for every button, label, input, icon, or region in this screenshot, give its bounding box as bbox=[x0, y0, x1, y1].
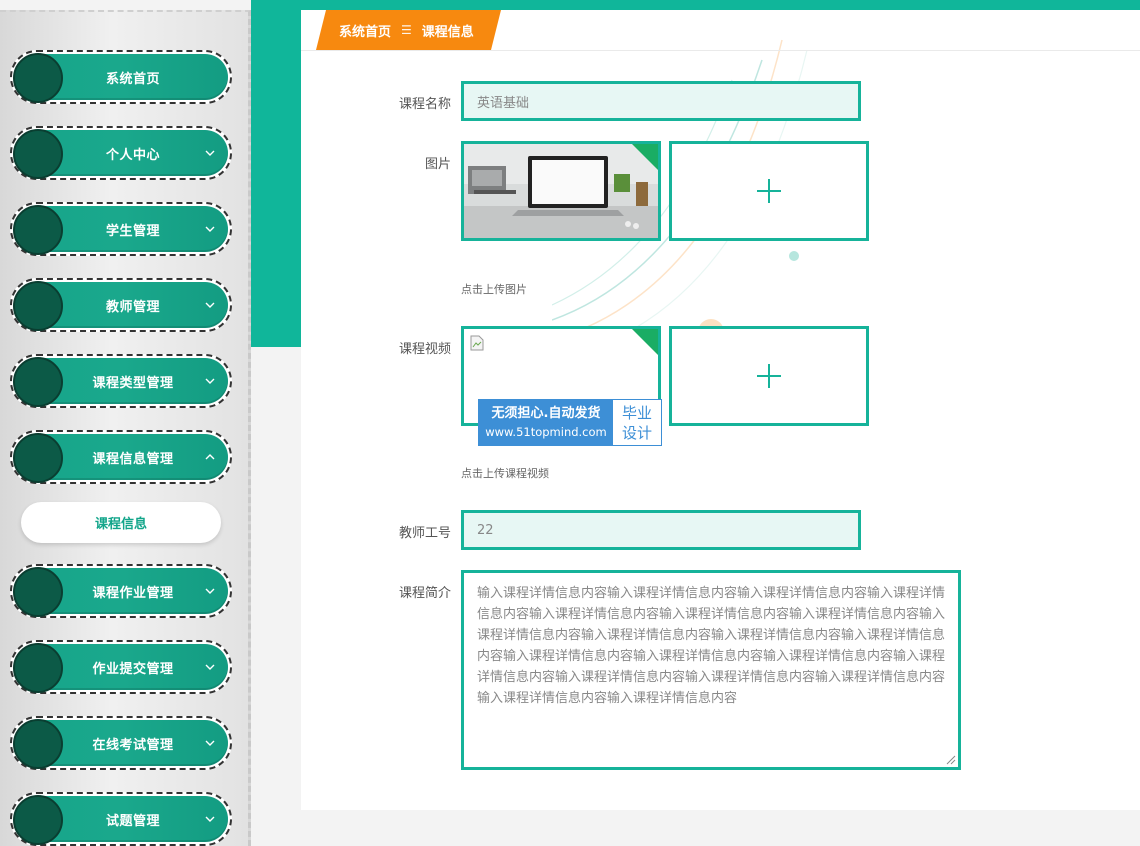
main-panel: 系统首页 ☰ 课程信息 课程名称 英语基础 图片 点击上传图片 课程视频 点击上… bbox=[301, 10, 1140, 810]
course-name-input[interactable]: 英语基础 bbox=[461, 81, 861, 121]
sidebar-item-question-management[interactable]: 试题管理 bbox=[10, 792, 232, 846]
menu-pill: 试题管理 bbox=[13, 795, 228, 845]
laptop-photo bbox=[464, 144, 658, 238]
menu-ball-icon bbox=[13, 643, 63, 693]
video-upload-button[interactable] bbox=[669, 326, 869, 426]
resize-handle-icon[interactable] bbox=[946, 755, 956, 765]
chevron-down-icon bbox=[205, 150, 215, 156]
top-accent-bar bbox=[251, 0, 1140, 10]
video-upload-hint[interactable]: 点击上传课程视频 bbox=[461, 465, 549, 481]
sidebar-item-course-info-management[interactable]: 课程信息管理 bbox=[10, 430, 232, 484]
broken-image-icon bbox=[470, 335, 484, 351]
course-intro-text: 输入课程详情信息内容输入课程详情信息内容输入课程详情信息内容输入课程详情信息内容… bbox=[477, 586, 946, 706]
menu-pill: 课程作业管理 bbox=[13, 567, 228, 617]
image-label: 图片 bbox=[424, 157, 451, 172]
sidebar-item-course-homework-management[interactable]: 课程作业管理 bbox=[10, 564, 232, 618]
menu-ball-icon bbox=[13, 129, 63, 179]
plus-icon bbox=[757, 364, 781, 388]
menu-ball-icon bbox=[13, 357, 63, 407]
menu-ball-icon bbox=[13, 567, 63, 617]
plus-icon bbox=[757, 179, 781, 203]
menu-pill: 教师管理 bbox=[13, 281, 228, 331]
menu-ball-icon bbox=[13, 433, 63, 483]
uploaded-image-thumbnail[interactable] bbox=[461, 141, 661, 241]
sidebar-item-label: 在线考试管理 bbox=[92, 737, 174, 753]
sidebar-item-label: 学生管理 bbox=[105, 223, 160, 239]
sidebar-item-student-management[interactable]: 学生管理 bbox=[10, 202, 232, 256]
menu-pill: 学生管理 bbox=[13, 205, 228, 255]
breadcrumb: 系统首页 ☰ 课程信息 bbox=[316, 10, 501, 50]
sidebar-item-label: 作业提交管理 bbox=[92, 661, 174, 677]
menu-icon: ☰ bbox=[401, 23, 412, 37]
image-upload-hint[interactable]: 点击上传图片 bbox=[461, 281, 527, 297]
course-name-label: 课程名称 bbox=[398, 97, 451, 112]
chevron-down-icon bbox=[205, 226, 215, 232]
menu-pill: 个人中心 bbox=[13, 129, 228, 179]
chevron-down-icon bbox=[205, 378, 215, 384]
sidebar-item-personal-center[interactable]: 个人中心 bbox=[10, 126, 232, 180]
breadcrumb-current: 课程信息 bbox=[421, 24, 474, 40]
chevron-down-icon bbox=[205, 302, 215, 308]
course-intro-label: 课程简介 bbox=[398, 586, 451, 601]
sidebar-item-course-type-management[interactable]: 课程类型管理 bbox=[10, 354, 232, 408]
sidebar-item-label: 个人中心 bbox=[105, 147, 160, 163]
breadcrumb-home-link[interactable]: 系统首页 bbox=[339, 21, 391, 40]
sidebar-item-homework-submit-management[interactable]: 作业提交管理 bbox=[10, 640, 232, 694]
menu-ball-icon bbox=[13, 719, 63, 769]
teal-accent-block bbox=[251, 10, 301, 347]
corner-badge-icon bbox=[632, 144, 658, 170]
sidebar-subitem-label: 课程信息 bbox=[94, 517, 147, 532]
sidebar-item-online-exam-management[interactable]: 在线考试管理 bbox=[10, 716, 232, 770]
sidebar-item-teacher-management[interactable]: 教师管理 bbox=[10, 278, 232, 332]
chevron-up-icon bbox=[205, 454, 215, 460]
sidebar-item-label: 课程作业管理 bbox=[92, 585, 174, 601]
chevron-down-icon bbox=[205, 664, 215, 670]
corner-badge-icon bbox=[632, 329, 658, 355]
sidebar-item-label: 系统首页 bbox=[105, 71, 160, 87]
menu-ball-icon bbox=[13, 281, 63, 331]
menu-ball-icon bbox=[13, 795, 63, 845]
sidebar: 系统首页 个人中心 学生管理 教师管理 课程类型管理 课程信息管理 课程信息 课… bbox=[0, 10, 251, 846]
chevron-down-icon bbox=[205, 740, 215, 746]
chevron-down-icon bbox=[205, 588, 215, 594]
menu-pill: 课程信息管理 bbox=[13, 433, 228, 483]
menu-pill: 课程类型管理 bbox=[13, 357, 228, 407]
watermark-url: www.51topmind.com bbox=[485, 425, 607, 439]
menu-ball-icon bbox=[13, 205, 63, 255]
teacher-id-label: 教师工号 bbox=[398, 526, 451, 541]
sidebar-item-home[interactable]: 系统首页 bbox=[10, 50, 232, 104]
sidebar-item-label: 课程类型管理 bbox=[92, 375, 174, 391]
chevron-down-icon bbox=[205, 816, 215, 822]
breadcrumb-divider bbox=[301, 50, 1140, 51]
menu-pill: 系统首页 bbox=[13, 53, 228, 103]
image-upload-button[interactable] bbox=[669, 141, 869, 241]
menu-pill: 在线考试管理 bbox=[13, 719, 228, 769]
sidebar-subitem-course-info[interactable]: 课程信息 bbox=[21, 502, 221, 543]
form-content: 系统首页 ☰ 课程信息 课程名称 英语基础 图片 点击上传图片 课程视频 点击上… bbox=[301, 10, 1140, 810]
sidebar-item-label: 试题管理 bbox=[105, 813, 160, 829]
menu-pill: 作业提交管理 bbox=[13, 643, 228, 693]
video-label: 课程视频 bbox=[398, 342, 451, 357]
sidebar-item-label: 课程信息管理 bbox=[92, 451, 174, 467]
menu-ball-icon bbox=[13, 53, 63, 103]
course-intro-textarea[interactable]: 输入课程详情信息内容输入课程详情信息内容输入课程详情信息内容输入课程详情信息内容… bbox=[461, 570, 961, 770]
teacher-id-input[interactable]: 22 bbox=[461, 510, 861, 550]
uploaded-video-thumbnail[interactable] bbox=[461, 326, 661, 426]
sidebar-item-label: 教师管理 bbox=[105, 299, 160, 315]
